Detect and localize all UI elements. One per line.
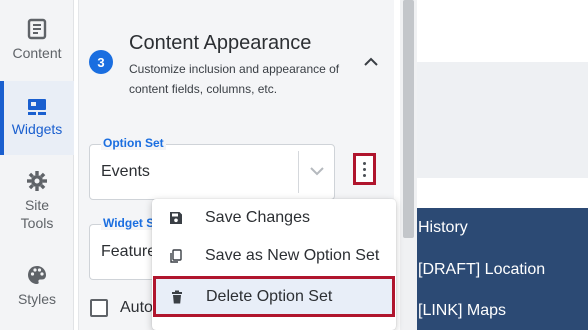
left-nav-rail: Content Widgets Site Tools Styles [0,0,74,330]
menu-item-label: Delete Option Set [206,287,333,305]
section-description: Customize inclusion and appearance of co… [129,62,340,96]
rail-item-label: Widgets [11,121,63,137]
menu-item-delete-option-set[interactable]: Delete Option Set [153,276,395,317]
menu-item-label: Save Changes [205,209,310,226]
menu-item-save-changes[interactable]: Save Changes [152,199,396,237]
gear-icon [27,171,47,191]
content-icon [27,18,47,40]
widget-style-label: Widget S [101,216,157,230]
palette-icon [28,266,46,284]
rail-item-label: Site Tools [20,197,54,231]
widget-style-value: Feature [101,243,157,260]
menu-item-save-as-new[interactable]: Save as New Option Set [152,237,396,275]
auto-checkbox-label: Auto [120,299,153,316]
chevron-down-icon[interactable] [308,164,326,178]
preview-link-maps[interactable]: [LINK] Maps [418,302,506,320]
panel-scrollbar-thumb[interactable] [403,0,414,238]
rail-item-label: Content [12,45,62,61]
step-number-badge: 3 [89,50,113,74]
copy-icon [170,249,182,263]
option-set-value: Events [101,163,150,180]
rail-item-site-tools[interactable]: Site Tools [0,170,74,232]
auto-checkbox[interactable] [90,299,108,317]
rail-item-content[interactable]: Content [0,18,74,74]
kebab-dot-icon [363,173,366,177]
more-options-button[interactable] [353,153,376,185]
kebab-dot-icon [363,167,366,171]
preview-link-location[interactable]: [DRAFT] Location [418,261,545,279]
save-icon [170,212,182,224]
menu-item-label: Save as New Option Set [205,247,380,264]
rail-item-styles[interactable]: Styles [0,264,74,308]
kebab-dot-icon [363,161,366,165]
widgets-icon [28,99,46,115]
trash-icon [172,290,182,303]
option-set-menu: Save Changes Save as New Option Set Dele… [152,199,396,330]
rail-item-widgets[interactable]: Widgets [0,81,74,155]
section-title[interactable]: Content Appearance [129,32,311,55]
app-screen: { "rail": { "items": [ {"label": "Conten… [0,0,588,330]
select-divider [298,151,299,193]
preview-band [417,62,588,178]
chevron-up-icon[interactable] [361,54,381,70]
rail-item-label: Styles [17,291,57,307]
preview-link-history[interactable]: History [418,219,468,237]
option-set-label: Option Set [101,136,166,150]
